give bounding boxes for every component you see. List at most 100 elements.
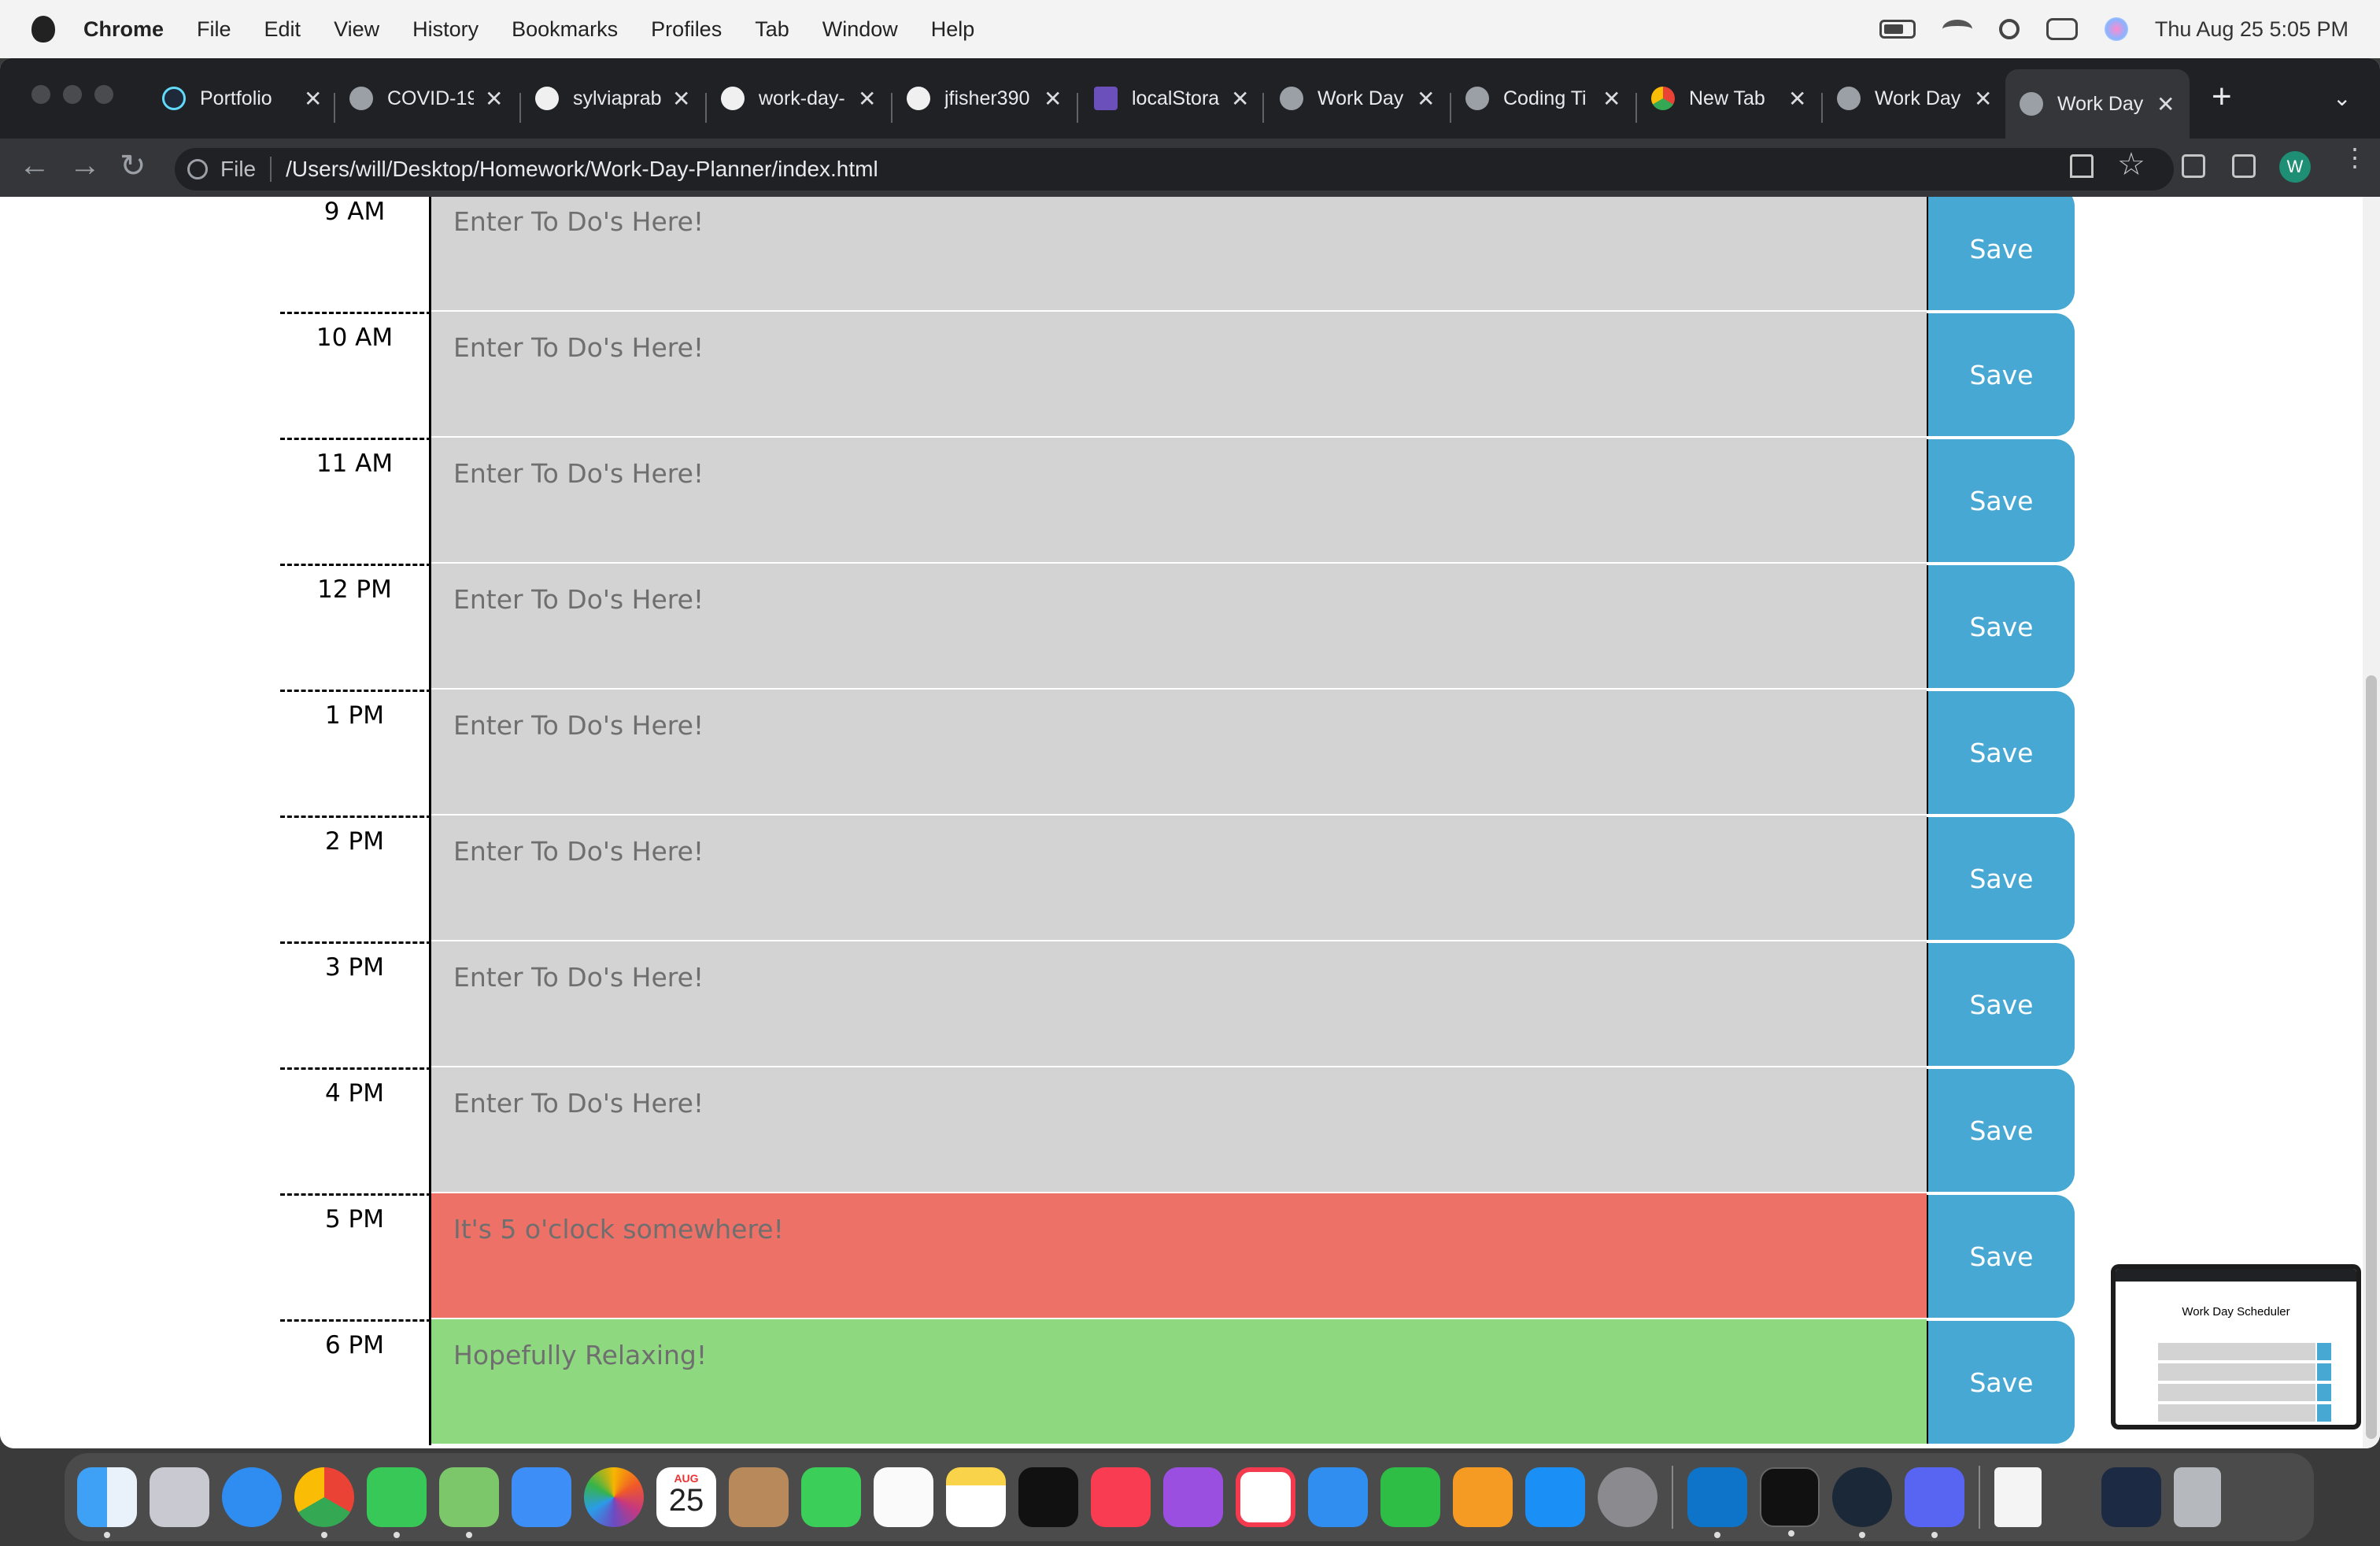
close-tab-icon[interactable]: ✕: [1602, 86, 1621, 112]
tab-coding[interactable]: Coding Ti ✕: [1465, 74, 1621, 123]
extensions-puzzle-icon[interactable]: [2182, 154, 2205, 178]
close-tab-icon[interactable]: ✕: [858, 86, 876, 112]
save-button[interactable]: Save: [1927, 1195, 2075, 1318]
menu-file[interactable]: File: [197, 17, 231, 42]
contacts-icon[interactable]: [729, 1467, 789, 1527]
menu-edit[interactable]: Edit: [264, 17, 301, 42]
menu-view[interactable]: View: [334, 17, 379, 42]
save-button[interactable]: Save: [1927, 565, 2075, 688]
save-button[interactable]: Save: [1927, 197, 2075, 310]
minimize-window-button[interactable]: [63, 85, 82, 104]
close-tab-icon[interactable]: ✕: [1788, 86, 1806, 112]
pages-icon[interactable]: [1453, 1467, 1513, 1527]
mail-icon[interactable]: [512, 1467, 571, 1527]
url-text[interactable]: /Users/will/Desktop/Homework/Work-Day-Pl…: [286, 157, 878, 182]
discord-icon[interactable]: [1905, 1467, 1964, 1538]
todo-textarea[interactable]: Enter To Do's Here!: [431, 690, 1927, 816]
save-button[interactable]: Save: [1927, 1321, 2075, 1444]
close-tab-icon[interactable]: ✕: [485, 86, 503, 112]
save-button[interactable]: Save: [1927, 817, 2075, 940]
wifi-icon[interactable]: [1942, 20, 1972, 39]
tab-portfolio[interactable]: Portfolio ✕: [162, 74, 322, 123]
todo-textarea[interactable]: Enter To Do's Here!: [431, 1067, 1927, 1193]
tab-sylviaprabudy[interactable]: sylviaprabudy ✕: [535, 74, 690, 123]
new-tab-plus-icon[interactable]: +: [2212, 77, 2232, 117]
news-icon[interactable]: [1236, 1467, 1295, 1527]
messages-icon[interactable]: [367, 1467, 427, 1538]
apple-menu-icon[interactable]: [31, 16, 55, 43]
forward-arrow-icon[interactable]: →: [69, 148, 101, 183]
launchpad-icon[interactable]: [150, 1467, 209, 1527]
scrollbar-thumb[interactable]: [2366, 675, 2377, 1439]
vscode-icon[interactable]: [1687, 1467, 1747, 1538]
todo-textarea[interactable]: Enter To Do's Here!: [431, 816, 1927, 941]
tab-localstorage[interactable]: localStorage ✕: [1094, 74, 1249, 123]
close-tab-icon[interactable]: ✕: [1044, 86, 1062, 112]
close-tab-icon[interactable]: ✕: [672, 86, 690, 112]
todo-textarea[interactable]: It's 5 o'clock somewhere!: [431, 1193, 1927, 1319]
todo-textarea[interactable]: Enter To Do's Here!: [431, 197, 1927, 312]
finder-icon[interactable]: [77, 1467, 137, 1538]
document-icon[interactable]: [1994, 1467, 2042, 1527]
close-tab-icon[interactable]: ✕: [1974, 86, 1992, 112]
close-tab-icon[interactable]: ✕: [2156, 91, 2175, 117]
side-panel-icon[interactable]: [2232, 154, 2256, 178]
back-arrow-icon[interactable]: ←: [19, 148, 50, 183]
bookmark-star-icon[interactable]: ☆: [2117, 146, 2145, 183]
close-window-button[interactable]: [31, 85, 50, 104]
battery-icon[interactable]: [1879, 20, 1916, 39]
close-tab-icon[interactable]: ✕: [1231, 86, 1249, 112]
zoom-window-button[interactable]: [94, 85, 113, 104]
chrome-icon[interactable]: [294, 1467, 354, 1538]
profile-avatar[interactable]: W: [2279, 151, 2311, 183]
save-button[interactable]: Save: [1927, 1069, 2075, 1192]
notes-icon[interactable]: [946, 1467, 1006, 1527]
menu-bar-clock[interactable]: Thu Aug 25 5:05 PM: [2155, 17, 2349, 42]
tab-new-tab[interactable]: New Tab ✕: [1651, 74, 1806, 123]
menu-help[interactable]: Help: [931, 17, 975, 42]
tab-covid[interactable]: COVID-19 ✕: [349, 74, 503, 123]
steam-icon[interactable]: [1832, 1467, 1892, 1538]
tab-jfisher[interactable]: jfisher390 ✕: [907, 74, 1062, 123]
screenshot-thumbnail[interactable]: Work Day Scheduler: [2111, 1264, 2361, 1429]
terminal-icon[interactable]: [1760, 1467, 1820, 1537]
trash-icon[interactable]: [2174, 1467, 2221, 1527]
reload-icon[interactable]: ↻: [120, 148, 146, 184]
save-button[interactable]: Save: [1927, 943, 2075, 1066]
todo-textarea[interactable]: Enter To Do's Here!: [431, 941, 1927, 1067]
tab-work-day-2[interactable]: Work Day ✕: [1837, 74, 1992, 123]
safari-icon[interactable]: [222, 1467, 282, 1527]
tab-work-day-repo[interactable]: work-day- ✕: [721, 74, 876, 123]
app-store-icon[interactable]: [1525, 1467, 1585, 1527]
menu-history[interactable]: History: [412, 17, 479, 42]
address-bar[interactable]: File /Users/will/Desktop/Homework/Work-D…: [175, 148, 2174, 190]
chrome-menu-icon[interactable]: ⋮: [2342, 145, 2367, 170]
podcasts-icon[interactable]: [1163, 1467, 1223, 1527]
control-center-icon[interactable]: [2046, 18, 2078, 40]
close-tab-icon[interactable]: ✕: [1417, 86, 1435, 112]
share-icon[interactable]: [2070, 154, 2094, 178]
downloads-icon[interactable]: [2101, 1467, 2161, 1527]
tab-work-day-active[interactable]: Work Day ✕: [2005, 69, 2190, 139]
photos-icon[interactable]: [584, 1467, 644, 1527]
facetime-icon[interactable]: [801, 1467, 861, 1527]
menu-window[interactable]: Window: [822, 17, 898, 42]
menu-app-name[interactable]: Chrome: [83, 17, 164, 42]
tv-icon[interactable]: [1018, 1467, 1078, 1527]
spotlight-search-icon[interactable]: [1998, 19, 2020, 39]
tab-search-chevron-icon[interactable]: ⌄: [2333, 85, 2351, 111]
menu-bookmarks[interactable]: Bookmarks: [512, 17, 618, 42]
music-icon[interactable]: [1091, 1467, 1151, 1527]
tab-work-day-1[interactable]: Work Day ✕: [1280, 74, 1435, 123]
keynote-icon[interactable]: [1308, 1467, 1368, 1527]
todo-textarea[interactable]: Enter To Do's Here!: [431, 312, 1927, 438]
reminders-icon[interactable]: [874, 1467, 933, 1527]
todo-textarea[interactable]: Hopefully Relaxing!: [431, 1319, 1927, 1445]
scrollbar-track[interactable]: [2363, 197, 2380, 1448]
siri-icon[interactable]: [2104, 17, 2128, 41]
save-button[interactable]: Save: [1927, 439, 2075, 562]
close-tab-icon[interactable]: ✕: [304, 86, 322, 112]
numbers-icon[interactable]: [1380, 1467, 1440, 1527]
calendar-icon[interactable]: AUG 25: [656, 1467, 716, 1527]
menu-tab[interactable]: Tab: [755, 17, 789, 42]
